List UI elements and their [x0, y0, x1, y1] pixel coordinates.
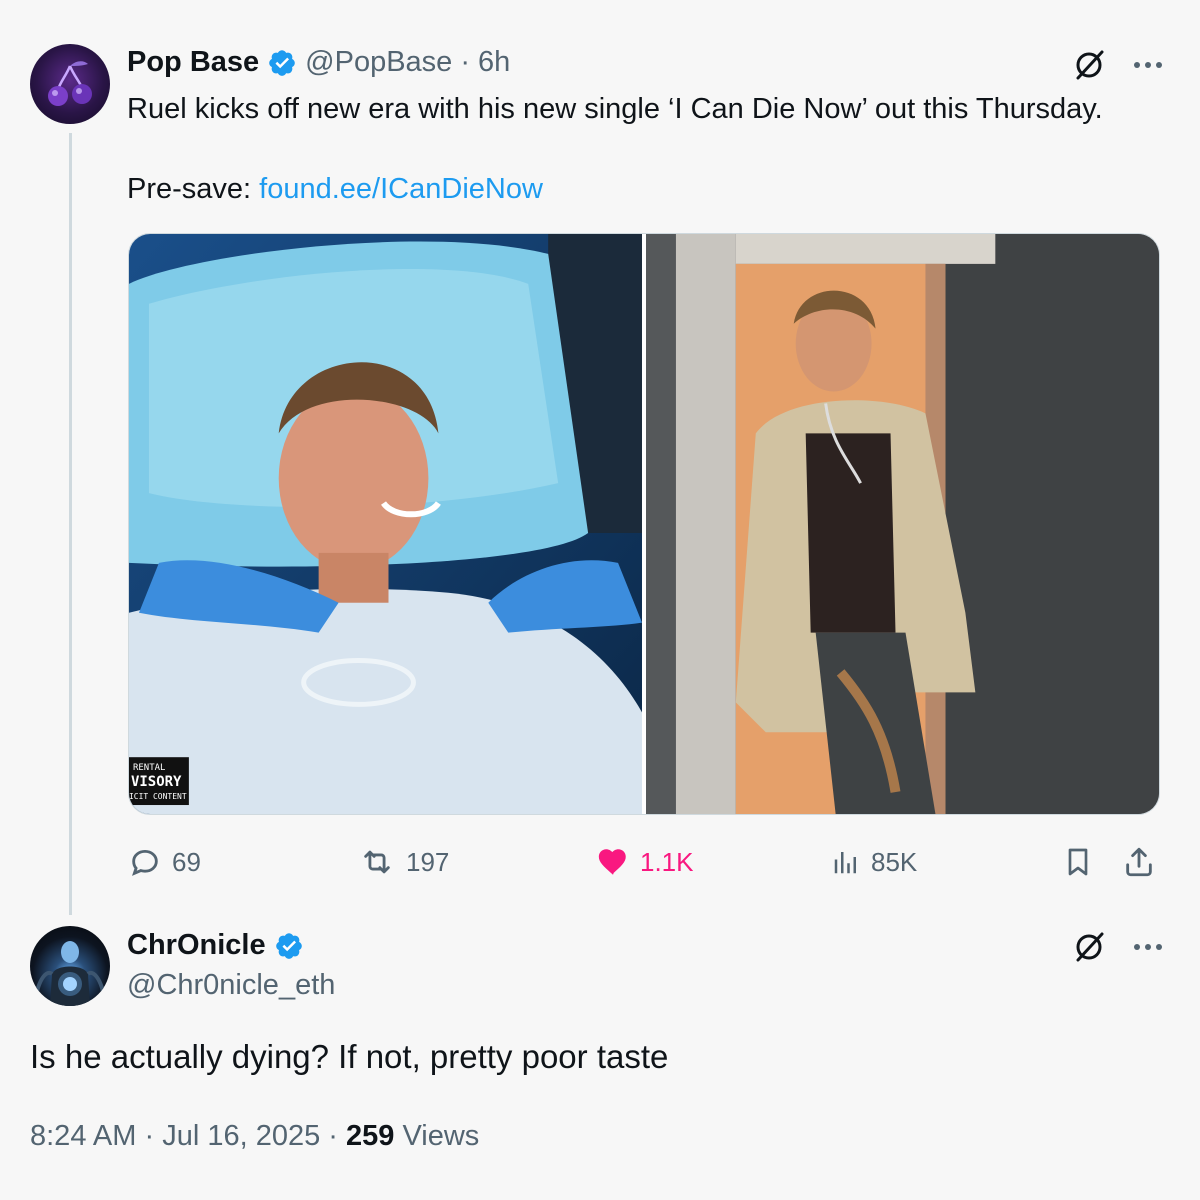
reply-views-label: Views — [402, 1120, 480, 1152]
tweet-time[interactable]: 6h — [478, 46, 510, 79]
meta-separator: · — [144, 1120, 155, 1152]
views-icon — [834, 852, 856, 874]
like-count: 1.1K — [640, 846, 694, 877]
bookmark-icon — [1068, 848, 1088, 876]
share-button[interactable] — [1122, 842, 1156, 882]
presave-line: Pre-save: found.ee/ICanDieNow — [127, 169, 543, 209]
presave-label: Pre-save: — [127, 173, 260, 205]
grok-icon[interactable] — [1072, 48, 1106, 82]
repost-icon — [364, 850, 390, 874]
views-count: 85K — [871, 846, 918, 877]
more-icon[interactable] — [1132, 942, 1164, 952]
advisory-line1: RENTAL — [133, 763, 165, 773]
reply-date[interactable]: Jul 16, 2025 — [162, 1120, 320, 1152]
cherry-logo-icon — [48, 61, 92, 106]
popbase-avatar[interactable] — [30, 44, 110, 124]
reply-icon — [132, 849, 158, 876]
author-handle[interactable]: @PopBase — [305, 46, 452, 79]
author-name[interactable]: Pop Base — [127, 46, 259, 79]
reply-count: 69 — [172, 846, 201, 877]
meta-separator: · — [328, 1120, 338, 1152]
reply-author-name[interactable]: ChrOnicle — [127, 929, 266, 962]
artist-photo-image[interactable] — [646, 234, 1159, 814]
reply-time[interactable]: 8:24 AM — [30, 1120, 136, 1152]
chronicle-handle-row: @Chr0nicle_eth — [127, 969, 335, 1002]
grok-icon[interactable] — [1072, 930, 1106, 964]
verified-icon — [269, 49, 295, 76]
repost-button[interactable]: 197 — [358, 842, 449, 882]
tweet-actions-bar: 69 197 1.1K 85K — [128, 842, 1160, 882]
reply-text: Is he actually dying? If not, pretty poo… — [30, 1038, 669, 1075]
thread-connector-line — [69, 133, 72, 915]
presave-link[interactable]: found.ee/ICanDieNow — [259, 173, 543, 205]
reply-meta: 8:24 AM · Jul 16, 2025 · 259 Views — [30, 1120, 479, 1153]
like-icon — [598, 849, 626, 875]
tweet-text: Ruel kicks off new era with his new sing… — [127, 93, 1103, 125]
advisory-line3: ICIT CONTENT — [129, 792, 187, 801]
robot-figure-icon — [34, 941, 106, 1006]
reply-author-handle[interactable]: @Chr0nicle_eth — [127, 969, 335, 1002]
advisory-line2: VISORY — [131, 774, 182, 790]
reply-button[interactable]: 69 — [128, 842, 201, 882]
like-button[interactable]: 1.1K — [596, 842, 694, 882]
popbase-header: Pop Base @PopBase · 6h — [127, 46, 510, 79]
verified-icon — [275, 932, 302, 959]
views-button[interactable]: 85K — [831, 842, 917, 882]
chronicle-avatar[interactable] — [30, 926, 110, 1006]
repost-count: 197 — [406, 846, 450, 877]
reply-views-count: 259 — [346, 1120, 395, 1152]
share-icon — [1126, 847, 1152, 877]
cover-art-image[interactable]: RENTAL VISORY ICIT CONTENT — [129, 234, 642, 814]
chronicle-top-actions — [1072, 930, 1164, 964]
chronicle-name-row: ChrOnicle — [127, 929, 304, 962]
separator-dot: · — [460, 46, 470, 78]
popbase-top-actions — [1072, 48, 1164, 82]
more-icon[interactable] — [1132, 60, 1164, 70]
tweet-media[interactable]: RENTAL VISORY ICIT CONTENT — [128, 233, 1160, 815]
bookmark-button[interactable] — [1062, 842, 1094, 882]
